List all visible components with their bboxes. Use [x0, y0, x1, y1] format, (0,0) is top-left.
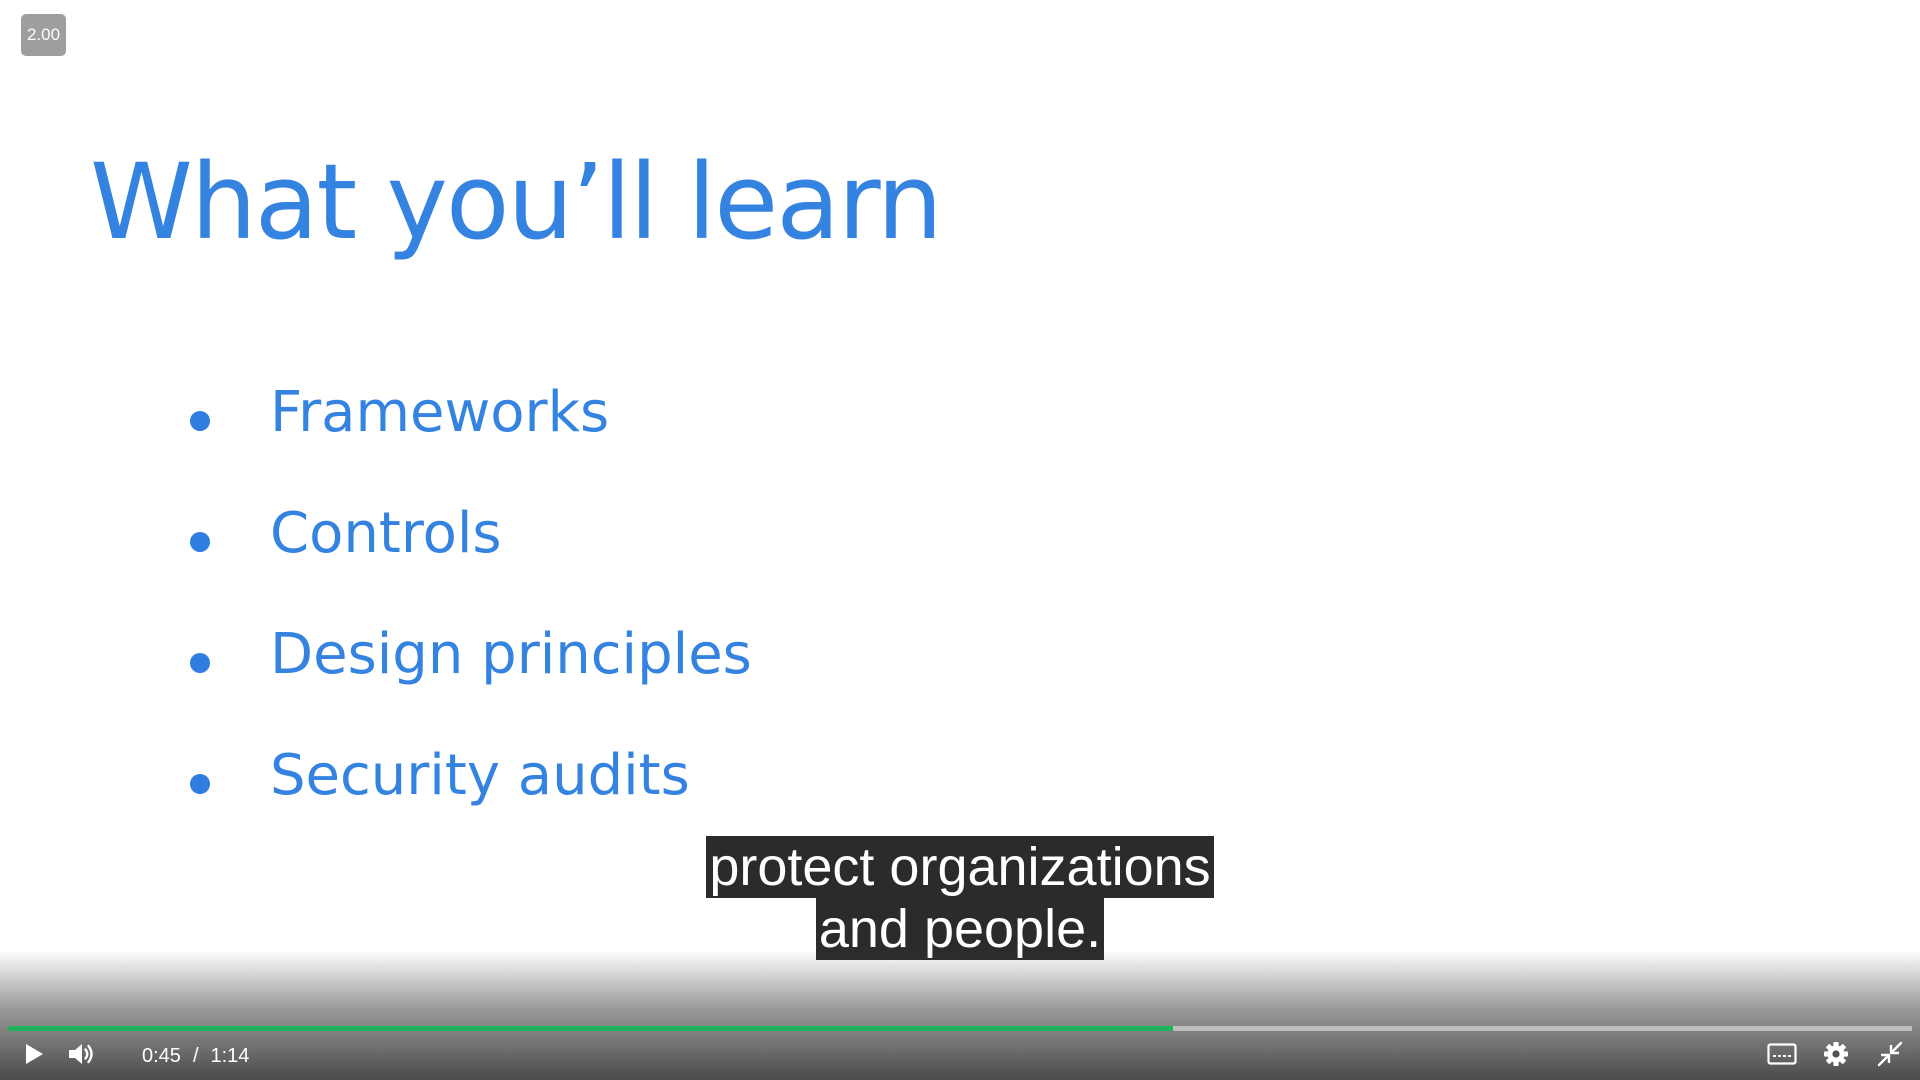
captions-button[interactable] [1760, 1036, 1804, 1076]
right-controls [1760, 1036, 1912, 1076]
time-display: 0:45 / 1:14 [142, 1045, 249, 1068]
captions-icon [1767, 1042, 1797, 1070]
play-button[interactable] [12, 1036, 56, 1076]
settings-button[interactable] [1814, 1036, 1858, 1076]
slide-bullet: Controls [190, 481, 752, 602]
bullet-dot [190, 652, 210, 673]
play-icon [23, 1042, 45, 1071]
slide-bullet: Frameworks [190, 360, 752, 481]
slide-bullet-list: Frameworks Controls Design principles Se… [190, 360, 752, 844]
bullet-dot [190, 410, 210, 431]
gear-icon [1823, 1041, 1849, 1072]
slide-bullet: Security audits [190, 723, 752, 844]
current-time: 0:45 [142, 1044, 181, 1067]
time-separator: / [192, 1044, 199, 1067]
bullet-text: Frameworks [270, 379, 610, 445]
progress-played [8, 1026, 1174, 1031]
closed-captions: protect organizations and people. [0, 836, 1920, 960]
bullet-text: Controls [270, 500, 502, 566]
progress-bar[interactable] [8, 1026, 1912, 1031]
player-controls: 0:45 / 1:14 [0, 1036, 1920, 1076]
slide-bullet: Design principles [190, 602, 752, 723]
caption-line: protect organizations [706, 836, 1214, 898]
bullet-dot [190, 531, 210, 552]
video-player[interactable]: 2.00 What you’ll learn Frameworks Contro… [0, 0, 1920, 1080]
playback-speed-badge[interactable]: 2.00 [21, 14, 66, 56]
volume-icon [67, 1041, 97, 1072]
volume-button[interactable] [60, 1036, 104, 1076]
bullet-text: Design principles [270, 621, 752, 687]
bullet-text: Security audits [270, 742, 690, 808]
exit-fullscreen-button[interactable] [1868, 1036, 1912, 1076]
duration: 1:14 [210, 1044, 250, 1067]
slide-title: What you’ll learn [90, 141, 943, 263]
bullet-dot [190, 773, 210, 794]
exit-fullscreen-icon [1877, 1041, 1903, 1072]
